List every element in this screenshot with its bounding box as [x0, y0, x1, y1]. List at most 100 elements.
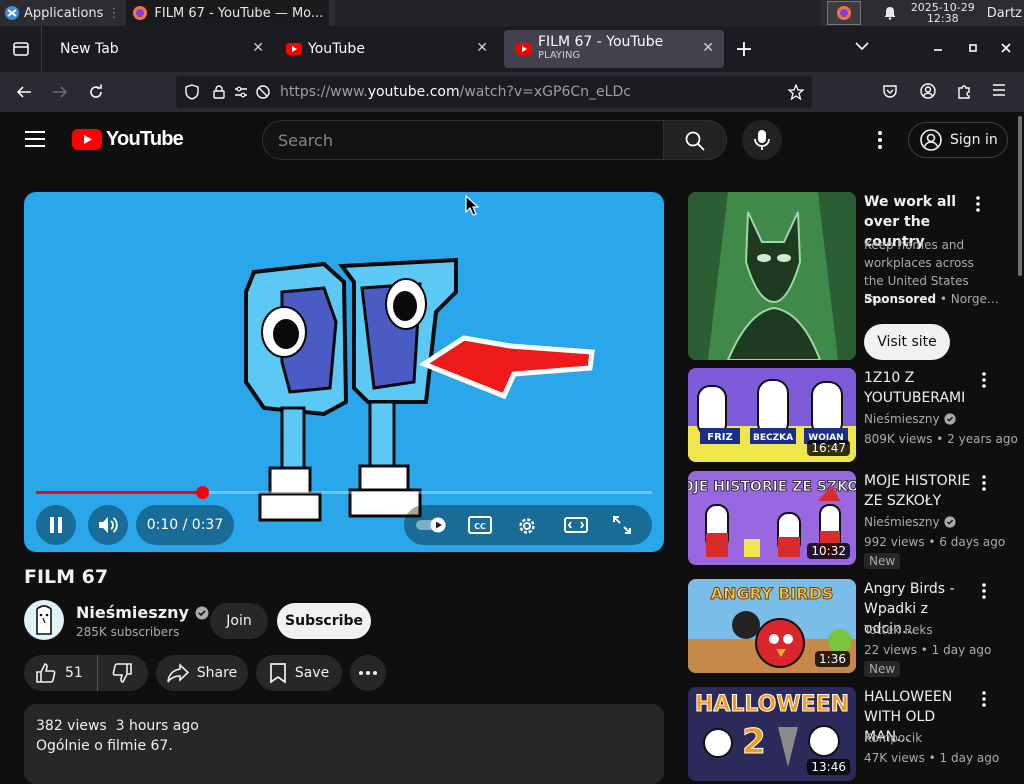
search-button[interactable] [663, 120, 727, 160]
tracking-protection-shield-icon[interactable] [176, 84, 208, 100]
recommended-video[interactable]: FRIZ BECZKA WOJAN 16:47 1Z10 Z YOUTUBERA… [688, 368, 1018, 462]
forward-arrow-icon[interactable] [50, 82, 70, 102]
taskbar-window-button[interactable]: FILM 67 - YouTube — Mo... [126, 0, 330, 26]
browser-tab-bar: New Tab ✕ YouTube ✕ FILM 67 - YouTube PL… [0, 26, 1024, 72]
description-box[interactable]: 382 views 3 hours ago Ogólnie o filmie 6… [24, 704, 664, 784]
youtube-logo[interactable]: YouTube [72, 128, 184, 151]
firefox-view-icon[interactable] [0, 26, 42, 72]
search-input[interactable]: Search [262, 120, 664, 160]
youtube-logo-icon [72, 129, 102, 150]
close-window-icon[interactable] [998, 40, 1014, 56]
hamburger-menu-icon[interactable] [992, 84, 1006, 96]
sign-in-button[interactable]: Sign in [908, 122, 1008, 158]
tab-close-icon[interactable]: ✕ [476, 40, 488, 56]
video-thumbnail[interactable]: HALLOWEEN 2 13:46 [688, 687, 856, 781]
visit-site-button[interactable]: Visit site [864, 324, 950, 360]
user-name[interactable]: Dartz [987, 6, 1022, 21]
recommended-video[interactable]: MOJE HISTORIE ZE SZKOŁY 10:32 MOJE HISTO… [688, 471, 1018, 569]
back-arrow-icon[interactable] [14, 82, 34, 102]
channel-avatar[interactable] [24, 600, 64, 640]
url-prefix: https://www. [280, 84, 368, 100]
firefox-icon [132, 5, 148, 21]
video-channel[interactable]: Kompocik [864, 729, 922, 747]
ad-more-kebab-icon[interactable] [968, 194, 988, 214]
page-scrollbar[interactable] [1018, 116, 1022, 276]
bookmark-star-icon[interactable] [788, 84, 804, 100]
tray-firefox-icon[interactable] [826, 1, 861, 25]
video-thumbnail[interactable]: MOJE HISTORIE ZE SZKOŁY 10:32 [688, 471, 856, 565]
lock-icon[interactable] [208, 85, 230, 99]
url-path: /watch?v=xGP6Cn_eLDc [459, 84, 631, 100]
recommended-video[interactable]: HALLOWEEN 2 13:46 HALLOWEEN WITH OLD MAN… [688, 687, 1018, 781]
video-player[interactable]: 0:10 / 0:37 CC [24, 192, 664, 552]
extensions-puzzle-icon[interactable] [956, 83, 972, 99]
tab-film-67[interactable]: FILM 67 - YouTube PLAYING ✕ [504, 30, 724, 68]
notification-bell-icon[interactable] [883, 6, 897, 20]
autoplay-toggle-icon[interactable] [416, 517, 448, 533]
sponsored-label: Sponsored [864, 292, 937, 306]
autoplay-blocked-icon[interactable] [252, 85, 274, 99]
video-title[interactable]: MOJE HISTORIE ZE SZKOŁY [864, 471, 984, 511]
video-title[interactable]: 1Z10 Z YOUTUBERAMI [864, 368, 984, 408]
voice-search-button[interactable] [742, 120, 782, 160]
like-button[interactable]: 51 [24, 655, 98, 691]
dislike-button[interactable] [98, 655, 146, 691]
ad-thumbnail[interactable] [688, 192, 856, 360]
channel-name-row[interactable]: Nieśmieszny [76, 603, 209, 622]
tab-youtube[interactable]: YouTube ✕ [274, 30, 498, 68]
video-channel[interactable]: Nieśmieszny [864, 410, 940, 428]
time-display: 0:10 / 0:37 [136, 505, 234, 545]
clock-time: 12:38 [926, 12, 959, 25]
recommended-video[interactable]: ANGRY BIRDS 1:36 Angry Birds - Wpadki z … [688, 579, 1018, 677]
settings-gear-icon[interactable] [516, 515, 538, 537]
fullscreen-icon[interactable] [612, 515, 632, 535]
tab-close-icon[interactable]: ✕ [702, 40, 714, 56]
maximize-icon[interactable] [965, 40, 981, 56]
channel-name[interactable]: Nieśmieszny [76, 603, 189, 622]
video-more-kebab-icon[interactable] [974, 581, 994, 601]
more-actions-button[interactable] [350, 655, 386, 691]
verified-check-icon [944, 516, 956, 528]
svg-text:2: 2 [742, 722, 766, 762]
progress-bar-track[interactable] [36, 486, 652, 499]
subscribe-button[interactable]: Subscribe [277, 603, 371, 639]
tab-new-tab[interactable]: New Tab ✕ [48, 30, 274, 68]
video-thumbnail[interactable]: ANGRY BIRDS 1:36 [688, 579, 856, 673]
share-button[interactable]: Share [156, 655, 248, 691]
tab-close-icon[interactable]: ✕ [252, 40, 264, 56]
video-duration: 16:47 [807, 440, 850, 456]
sponsored-ad[interactable]: We work all over the country Keep homes … [688, 192, 1018, 360]
reload-icon[interactable] [86, 82, 106, 102]
video-more-kebab-icon[interactable] [974, 370, 994, 390]
video-channel[interactable]: Tottek Reks [864, 621, 933, 639]
clock[interactable]: 2025-10-29 12:38 [911, 2, 975, 24]
save-button[interactable]: Save [256, 655, 342, 691]
progress-bar-played [36, 491, 203, 494]
theater-mode-icon[interactable] [564, 516, 588, 534]
video-stats: 992 views • 6 days ago [864, 535, 1006, 549]
new-tab-plus-icon[interactable]: + [724, 30, 764, 68]
permissions-icon[interactable] [230, 86, 252, 98]
view-count: 382 views [36, 718, 107, 734]
search-icon [685, 131, 705, 151]
account-icon[interactable] [920, 83, 936, 99]
url-domain: youtube.com [367, 84, 460, 100]
guide-menu-icon[interactable] [24, 130, 46, 148]
list-all-tabs-chevron-icon[interactable] [852, 36, 872, 56]
join-button[interactable]: Join [210, 603, 268, 639]
video-more-kebab-icon[interactable] [974, 689, 994, 709]
pocket-icon[interactable] [882, 83, 898, 99]
xfce-logo-icon [4, 5, 20, 21]
video-more-kebab-icon[interactable] [974, 473, 994, 493]
url-bar[interactable]: https://www. youtube.com/watch?v=xGP6Cn_e… [176, 76, 812, 108]
pause-icon [49, 517, 63, 533]
applications-menu[interactable]: Applications ⋮ [0, 0, 124, 26]
video-thumbnail[interactable]: FRIZ BECZKA WOJAN 16:47 [688, 368, 856, 462]
play-pause-button[interactable] [36, 505, 76, 545]
video-channel[interactable]: Nieśmieszny [864, 513, 940, 531]
save-label: Save [294, 665, 330, 681]
settings-kebab-icon[interactable] [872, 130, 888, 150]
subtitles-cc-icon[interactable]: CC [468, 515, 492, 535]
volume-button[interactable] [88, 505, 128, 545]
minimize-icon[interactable] [930, 40, 946, 56]
